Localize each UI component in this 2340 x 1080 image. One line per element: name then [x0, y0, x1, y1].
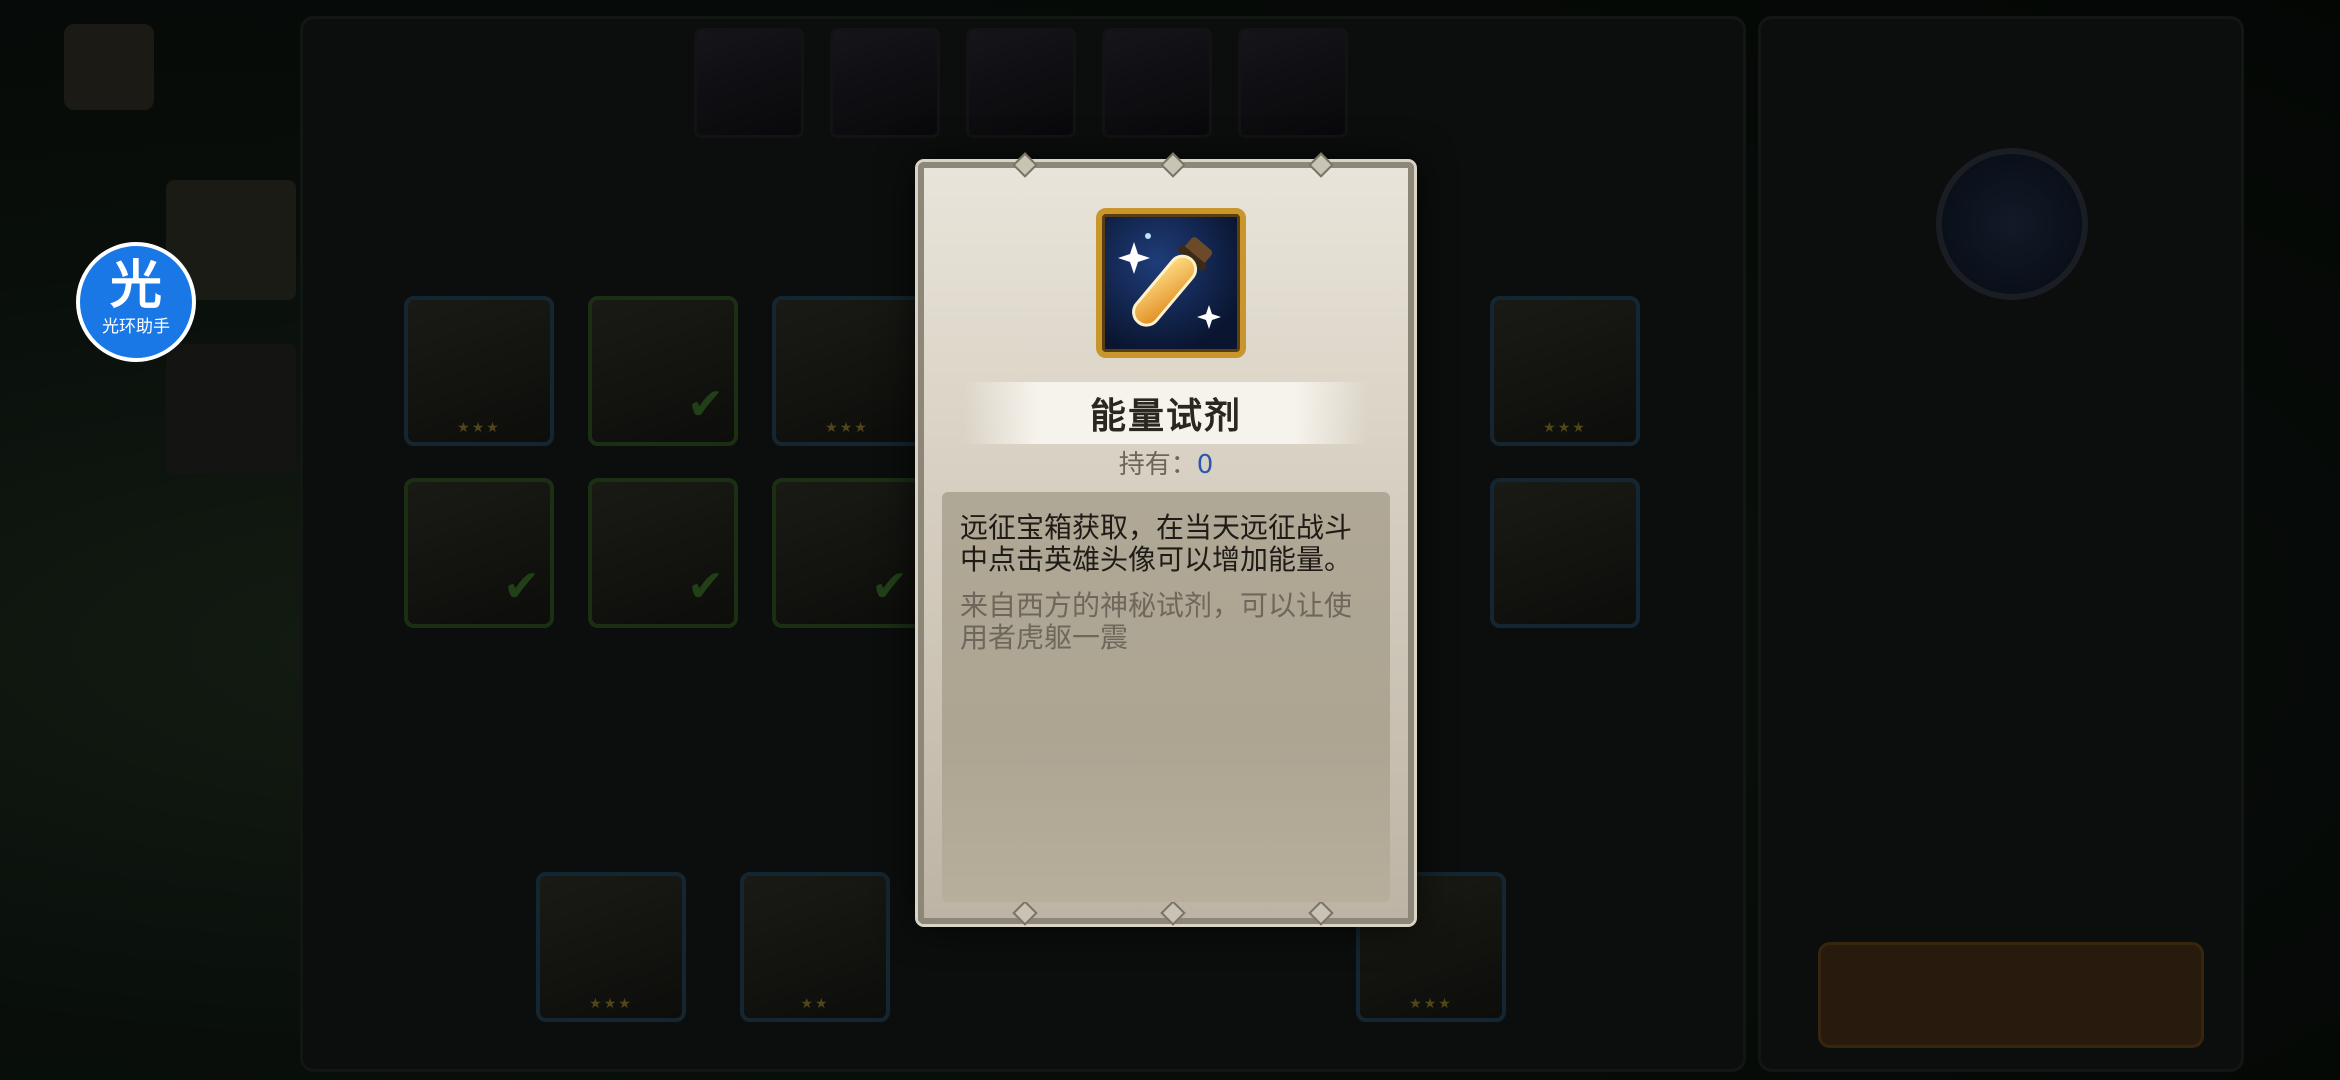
owned-count-row: 持有：0 [924, 444, 1408, 481]
owned-count: 0 [1196, 450, 1214, 480]
corner-gem [1160, 900, 1186, 926]
game-screen: ★★★ ✔ ★★★ ★★★ ✔ ✔ ✔ ★★★ ★★ ★★★ 光 光环助手 [0, 0, 2340, 1080]
assistant-logo-icon: 光 [109, 256, 162, 316]
owned-label: 持有： [1118, 450, 1197, 480]
corner-gem [1012, 900, 1038, 926]
assistant-label: 光环助手 [102, 317, 170, 337]
description-box: 远征宝箱获取，在当天远征战斗中点击英雄头像可以增加能量。 来自西方的神秘试剂，可… [942, 492, 1390, 902]
item-name-banner: 能量试剂 [964, 382, 1368, 444]
item-name: 能量试剂 [1089, 396, 1242, 437]
assistant-float-button[interactable]: 光 光环助手 [76, 242, 196, 362]
corner-gem [1308, 900, 1334, 926]
item-flavor-text: 来自西方的神秘试剂，可以让使用者虎躯一震 [960, 589, 1353, 654]
potion-vial-graphic [1118, 233, 1221, 329]
item-description: 远征宝箱获取，在当天远征战斗中点击英雄头像可以增加能量。 [960, 511, 1353, 576]
item-detail-modal: 能量试剂 持有：0 远征宝箱获取，在当天远征战斗中点击英雄头像可以增加能量。 来… [915, 152, 1417, 927]
potion-vial-icon [1096, 208, 1246, 358]
